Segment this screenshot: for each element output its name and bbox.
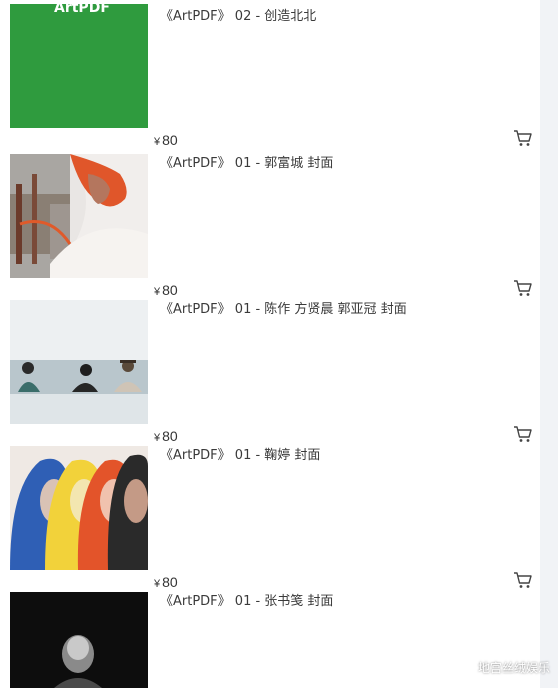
cover-word: ArtPDF xyxy=(54,4,110,16)
product-cover-image[interactable] xyxy=(10,154,148,278)
product-item[interactable]: ArtPDF 《ArtPDF》 02 - 创造北北 ¥80 xyxy=(0,4,540,150)
product-cover-image[interactable] xyxy=(10,592,148,688)
currency-symbol: ¥ xyxy=(154,578,161,590)
product-cover-image[interactable] xyxy=(10,300,148,424)
shopping-cart-icon[interactable] xyxy=(513,571,533,589)
price-value: 80 xyxy=(162,282,178,298)
price-value: 80 xyxy=(162,574,178,590)
product-item[interactable]: 《ArtPDF》 01 - 郭富城 封面 ¥80 xyxy=(0,154,540,300)
product-title[interactable]: 《ArtPDF》 01 - 陈作 方贤晨 郭亚冠 封面 xyxy=(160,301,407,319)
product-price: ¥80 xyxy=(154,131,178,151)
product-price: ¥80 xyxy=(154,281,178,301)
price-value: 80 xyxy=(162,428,178,444)
product-title[interactable]: 《ArtPDF》 02 - 创造北北 xyxy=(160,8,316,26)
currency-symbol: ¥ xyxy=(154,136,161,148)
product-title[interactable]: 《ArtPDF》 01 - 鞠婷 封面 xyxy=(160,447,320,465)
shopping-cart-icon[interactable] xyxy=(513,425,533,443)
product-item[interactable]: 《ArtPDF》 01 - 陈作 方贤晨 郭亚冠 封面 ¥80 xyxy=(0,300,540,446)
shopping-cart-icon[interactable] xyxy=(513,129,533,147)
product-item[interactable]: 《ArtPDF》 01 - 鞠婷 封面 ¥80 xyxy=(0,446,540,592)
currency-symbol: ¥ xyxy=(154,286,161,298)
shopping-cart-icon[interactable] xyxy=(513,279,533,297)
watermark: 地宫丝绒娱乐 xyxy=(477,661,550,675)
price-value: 80 xyxy=(162,132,178,148)
scrollbar-track[interactable] xyxy=(540,0,558,688)
product-cover-image[interactable] xyxy=(10,446,148,570)
product-cover-image[interactable]: ArtPDF xyxy=(10,4,148,128)
product-title[interactable]: 《ArtPDF》 01 - 郭富城 封面 xyxy=(160,155,333,173)
product-price: ¥80 xyxy=(154,427,178,447)
product-title[interactable]: 《ArtPDF》 01 - 张书笺 封面 xyxy=(160,593,333,611)
product-list-page: ArtPDF 《ArtPDF》 02 - 创造北北 ¥80 《ArtPDF》 0… xyxy=(0,0,558,688)
currency-symbol: ¥ xyxy=(154,432,161,444)
product-price: ¥80 xyxy=(154,573,178,593)
product-item[interactable]: 《ArtPDF》 01 - 张书笺 封面 xyxy=(0,592,540,688)
